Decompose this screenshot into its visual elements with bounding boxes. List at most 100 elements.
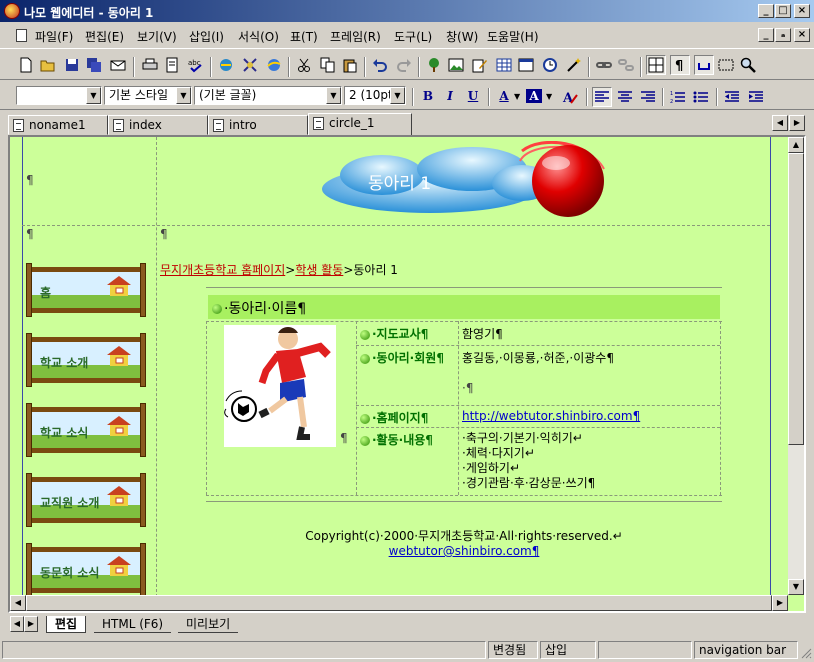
vertical-scrollbar[interactable]: ▲ ▼ <box>788 137 804 595</box>
menu-tools[interactable]: 도구(L) <box>394 28 432 45</box>
save-all-icon[interactable] <box>84 55 104 75</box>
style-combo[interactable]: 기본 스타일 ▼ <box>104 86 192 105</box>
scroll-up-icon[interactable]: ▲ <box>788 137 804 153</box>
breadcrumb-home-link[interactable]: 무지개초등학교 홈페이지 <box>160 263 285 277</box>
app-icon[interactable] <box>4 3 20 19</box>
chevron-down-icon[interactable]: ▼ <box>86 87 101 104</box>
align-left-icon[interactable] <box>592 87 612 107</box>
edit-icon[interactable] <box>470 55 490 75</box>
nav-button-home[interactable]: 홈 <box>26 263 146 317</box>
nav-button-school-news[interactable]: 학교 소식 <box>26 403 146 457</box>
italic-button[interactable]: I <box>440 87 460 106</box>
last-icon[interactable]: ▶ <box>24 616 38 632</box>
scroll-left-icon[interactable]: ◀ <box>10 595 26 611</box>
menu-edit[interactable]: 편집(E) <box>85 28 124 45</box>
publish-icon[interactable] <box>216 55 236 75</box>
menu-format[interactable]: 서식(O) <box>238 28 279 45</box>
font-combo[interactable]: (기본 글꼴) ▼ <box>194 86 342 105</box>
wand-icon[interactable] <box>564 55 584 75</box>
menu-view[interactable]: 보기(V) <box>137 28 177 45</box>
size-combo[interactable]: 2 (10pt) ▼ <box>344 86 406 105</box>
redo-icon[interactable] <box>394 55 414 75</box>
pilcrow-icon[interactable]: ¶ <box>670 55 690 75</box>
scroll-right-icon[interactable]: ▶ <box>772 595 788 611</box>
chevron-down-icon[interactable]: ▼ <box>514 92 520 101</box>
paste-icon[interactable] <box>340 55 360 75</box>
tab-intro[interactable]: intro <box>208 115 308 135</box>
menu-insert[interactable]: 삽입(I) <box>189 28 224 45</box>
doc-restore-button[interactable]: ₐ <box>775 28 791 42</box>
browser-icon[interactable] <box>264 55 284 75</box>
tab-index[interactable]: index <box>108 115 208 135</box>
tab-noname1[interactable]: noname1 <box>8 115 108 135</box>
print-icon[interactable] <box>140 55 160 75</box>
tab-html[interactable]: HTML (F6) <box>94 616 172 633</box>
link-icon[interactable] <box>594 55 614 75</box>
club-info-table[interactable]: ·동아리·이름¶ ¶ ·지도교사¶ ·동아리·회원¶ ·홈페이지¶ ·활동·내용… <box>206 287 722 496</box>
tab-circle-1[interactable]: circle_1 <box>308 113 412 136</box>
menu-table[interactable]: 표(T) <box>290 28 318 45</box>
align-right-icon[interactable] <box>638 87 658 107</box>
close-button[interactable]: × <box>794 4 810 18</box>
spell-icon[interactable]: abc <box>186 55 206 75</box>
menu-window[interactable]: 창(W) <box>446 28 478 45</box>
bullet-list-icon[interactable] <box>691 87 711 107</box>
clear-format-icon[interactable]: A <box>560 87 580 107</box>
paragraph-combo[interactable]: ▼ <box>16 86 102 105</box>
undo-icon[interactable] <box>370 55 390 75</box>
editor-area[interactable]: ¶ ¶ ¶ 동아리 1 무지개초등학교 홈페이지>학생 활동>동아리 1 홈 학… <box>8 135 806 613</box>
link-check-icon[interactable] <box>240 55 260 75</box>
menu-frame[interactable]: 프레임(R) <box>330 28 381 45</box>
chevron-down-icon[interactable]: ▼ <box>176 87 191 104</box>
nav-button-staff[interactable]: 교직원 소개 <box>26 473 146 527</box>
horizontal-scrollbar[interactable]: ◀ ▶ <box>10 595 788 611</box>
chevron-down-icon[interactable]: ▼ <box>546 92 552 101</box>
first-icon[interactable]: ◀ <box>10 616 24 632</box>
nav-button-alumni[interactable]: 동문회 소식 <box>26 543 146 597</box>
nav-button-school-intro[interactable]: 학교 소개 <box>26 333 146 387</box>
doc-minimize-button[interactable]: _ <box>758 28 774 42</box>
underline-button[interactable]: U <box>463 87 483 106</box>
numbered-list-icon[interactable]: 12 <box>668 87 688 107</box>
chevron-down-icon[interactable]: ▼ <box>326 87 341 104</box>
bold-button[interactable]: B <box>418 87 438 106</box>
highlight-button[interactable]: A <box>526 89 542 103</box>
align-center-icon[interactable] <box>615 87 635 107</box>
mail-icon[interactable] <box>108 55 128 75</box>
banner-image[interactable]: 동아리 1 <box>322 140 622 221</box>
line-icon[interactable] <box>694 55 714 75</box>
menu-file[interactable]: 파일(F) <box>35 28 73 45</box>
breadcrumb-activity-link[interactable]: 학생 활동 <box>295 263 343 277</box>
font-color-button[interactable]: A <box>494 87 514 106</box>
tab-scroll-right-icon[interactable]: ▶ <box>789 115 805 131</box>
doc-close-button[interactable]: × <box>794 28 810 42</box>
tab-edit[interactable]: 편집 <box>46 616 87 633</box>
scroll-down-icon[interactable]: ▼ <box>788 579 804 595</box>
frame-icon[interactable] <box>516 55 536 75</box>
minimize-button[interactable]: _ <box>758 4 774 18</box>
chevron-down-icon[interactable]: ▼ <box>390 87 405 104</box>
email-link[interactable]: webtutor@shinbiro.com¶ <box>389 544 540 558</box>
tree-icon[interactable] <box>424 55 444 75</box>
tab-preview[interactable]: 미리보기 <box>178 616 239 633</box>
cut-icon[interactable] <box>294 55 314 75</box>
save-icon[interactable] <box>62 55 82 75</box>
zoom-icon[interactable] <box>738 55 758 75</box>
scroll-thumb[interactable] <box>788 153 804 445</box>
hscroll-thumb[interactable] <box>26 595 772 611</box>
image-icon[interactable] <box>446 55 466 75</box>
clock-icon[interactable] <box>540 55 560 75</box>
soccer-player-image[interactable] <box>224 325 336 447</box>
document-icon[interactable] <box>16 29 27 42</box>
indent-icon[interactable] <box>746 87 766 107</box>
menu-help[interactable]: 도움말(H) <box>487 28 539 45</box>
resize-grip-icon[interactable] <box>800 647 812 659</box>
new-icon[interactable] <box>16 55 36 75</box>
preview-icon[interactable] <box>162 55 182 75</box>
tab-scroll-left-icon[interactable]: ◀ <box>772 115 788 131</box>
table-icon[interactable] <box>494 55 514 75</box>
homepage-link[interactable]: http://webtutor.shinbiro.com¶ <box>462 409 640 423</box>
unlink-icon[interactable] <box>616 55 636 75</box>
open-icon[interactable] <box>38 55 58 75</box>
maximize-button[interactable]: □ <box>775 4 791 18</box>
